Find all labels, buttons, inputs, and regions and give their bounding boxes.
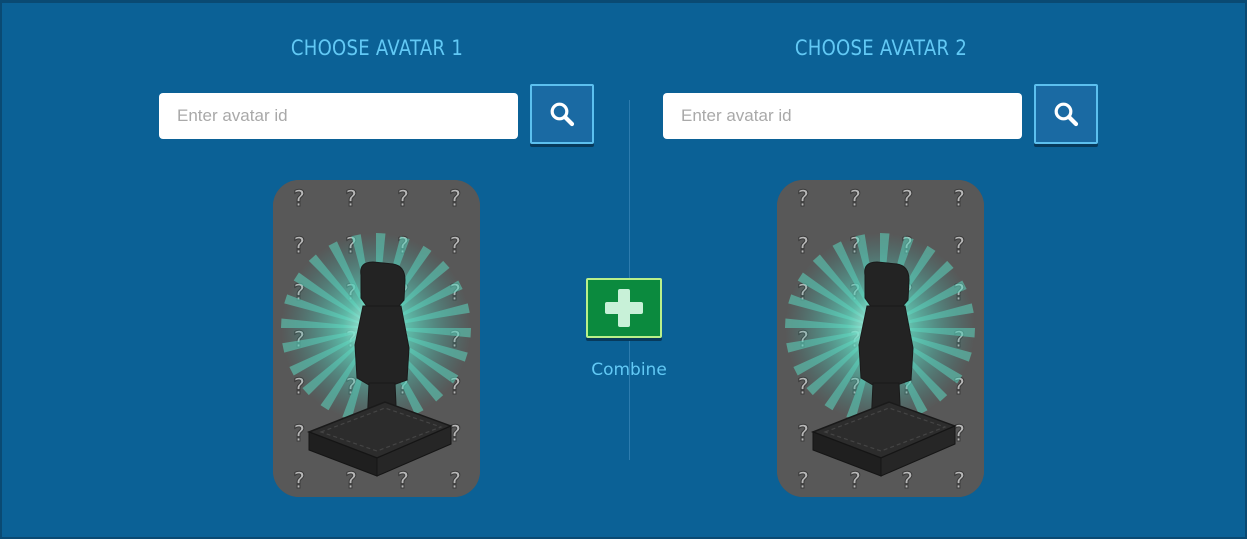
svg-text:?: ?	[796, 234, 809, 259]
avatar1-panel: CHOOSE AVATAR 1 ????????????????????????…	[159, 3, 599, 537]
plus-icon	[605, 289, 643, 327]
svg-text:?: ?	[900, 187, 913, 212]
search-icon	[550, 102, 575, 127]
combine-control: Combine	[586, 278, 667, 380]
svg-text:?: ?	[344, 469, 357, 494]
svg-text:?: ?	[396, 187, 409, 212]
svg-text:?: ?	[848, 469, 861, 494]
avatar2-title: CHOOSE AVATAR 2	[794, 36, 968, 60]
svg-text:?: ?	[292, 469, 305, 494]
svg-text:?: ?	[796, 187, 809, 212]
svg-text:?: ?	[448, 234, 461, 259]
svg-text:?: ?	[292, 187, 305, 212]
svg-text:?: ?	[344, 187, 357, 212]
combine-label: Combine	[591, 360, 667, 380]
avatar2-id-input[interactable]	[663, 93, 1022, 139]
combine-button[interactable]	[586, 278, 662, 338]
avatar1-search-button[interactable]	[530, 84, 594, 144]
svg-text:?: ?	[448, 469, 461, 494]
svg-text:?: ?	[448, 187, 461, 212]
svg-text:?: ?	[900, 469, 913, 494]
avatar2-card[interactable]: ????????????????????????????	[777, 180, 984, 497]
mystery-avatar-image: ????????????????????????????	[273, 180, 480, 497]
svg-text:?: ?	[952, 469, 965, 494]
avatar1-card[interactable]: ????????????????????????????	[273, 180, 480, 497]
svg-text:?: ?	[396, 469, 409, 494]
search-icon	[1054, 102, 1079, 127]
avatar1-title: CHOOSE AVATAR 1	[290, 36, 464, 60]
svg-text:?: ?	[292, 234, 305, 259]
avatar-combiner: CHOOSE AVATAR 1 ????????????????????????…	[0, 0, 1247, 539]
avatar1-id-input[interactable]	[159, 93, 518, 139]
svg-text:?: ?	[796, 469, 809, 494]
svg-text:?: ?	[848, 187, 861, 212]
avatar2-panel: CHOOSE AVATAR 2 ????????????????????????…	[663, 3, 1103, 537]
avatar2-search-button[interactable]	[1034, 84, 1098, 144]
svg-text:?: ?	[952, 187, 965, 212]
svg-text:?: ?	[952, 234, 965, 259]
mystery-avatar-image: ????????????????????????????	[777, 180, 984, 497]
svg-text:?: ?	[796, 422, 809, 447]
svg-text:?: ?	[292, 422, 305, 447]
